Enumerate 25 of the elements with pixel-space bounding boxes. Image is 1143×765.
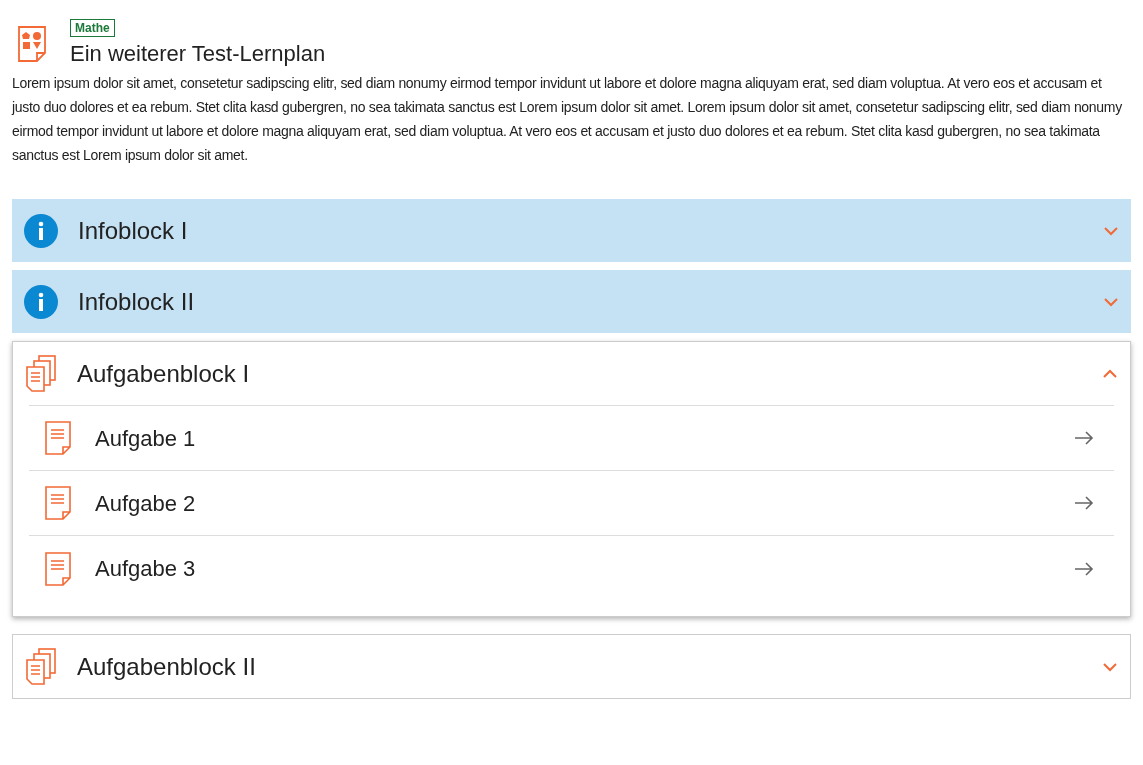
document-icon (45, 486, 71, 520)
description-text: Lorem ipsum dolor sit amet, consetetur sadipscing elitr, sed diam nonumy eirmod tempor invidunt ut labore et dolore magna aliquyam erat, sed diam voluptua. At vero eos et accusam et justo duo dolores et ea rebum. Stet clita kasd gubergren, no sea takimata sanctus est Lorem ipsum dolor sit amet. Lorem ipsum dolor sit amet, consetetur sadipscing elitr, sed diam nonumy eirmod tempor invidunt ut labore et dolore magna aliquyam erat, sed diam voluptua. At vero eos et accusam et justo duo dolores et ea rebum. Stet clita kasd gubergren, no sea takimata sanctus est Lorem ipsum dolor sit amet. (12, 74, 1123, 165)
page-title: Ein weiterer Test-Lernplan (70, 40, 326, 68)
task-title[interactable]: Aufgabe 3 (95, 552, 1050, 585)
documents-icon (25, 647, 57, 686)
chevron-up-icon[interactable] (1102, 368, 1118, 379)
subject-tag: Mathe (70, 19, 115, 37)
worksheet-icon (18, 26, 46, 62)
block-title[interactable]: Aufgabenblock I (77, 355, 1082, 392)
arrow-right-icon[interactable] (1074, 561, 1094, 576)
chevron-down-icon[interactable] (1103, 296, 1119, 307)
info-icon (24, 213, 58, 248)
task-title[interactable]: Aufgabe 2 (95, 486, 1050, 520)
chevron-down-icon[interactable] (1103, 225, 1119, 236)
block-title[interactable]: Infoblock I (78, 212, 1083, 249)
info-icon (24, 284, 58, 319)
block-title[interactable]: Infoblock II (78, 283, 1083, 320)
document-icon (45, 551, 71, 586)
chevron-down-icon[interactable] (1102, 661, 1118, 672)
task-title[interactable]: Aufgabe 1 (95, 421, 1050, 455)
arrow-right-icon[interactable] (1074, 496, 1094, 510)
arrow-right-icon[interactable] (1074, 431, 1094, 445)
documents-icon (25, 354, 57, 393)
block-title[interactable]: Aufgabenblock II (77, 648, 1082, 685)
document-icon (45, 421, 71, 455)
